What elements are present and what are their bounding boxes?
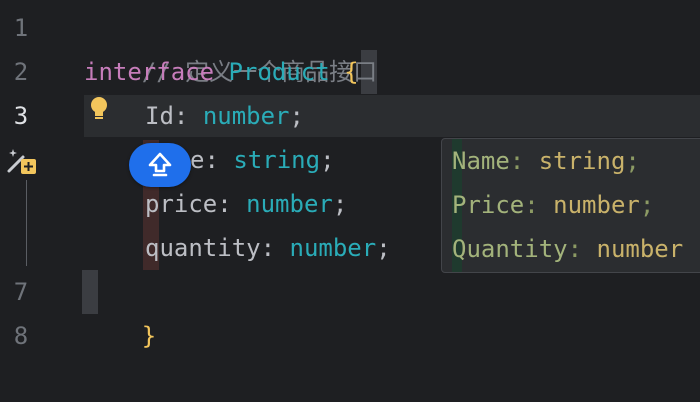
open-brace: { <box>344 58 359 86</box>
property-type: string <box>233 146 321 174</box>
suggestion-line: Quantity: number <box>452 227 683 271</box>
line-number: 1 <box>13 14 29 42</box>
colon: : <box>567 235 597 263</box>
line-number-active: 3 <box>13 102 29 130</box>
line-number: 8 <box>13 322 29 350</box>
colon: : <box>260 234 290 262</box>
property-type: number <box>202 102 290 130</box>
code-line-7[interactable]: } <box>84 270 156 350</box>
property-name: e <box>190 146 205 174</box>
close-brace: } <box>141 322 157 350</box>
line-number: 7 <box>13 278 29 306</box>
code-line-4[interactable]: e: string; <box>190 138 335 182</box>
code-line-1[interactable]: // 定义一个商品接口 <box>84 6 377 86</box>
colon: : <box>173 102 203 130</box>
ai-generate-icon[interactable] <box>4 144 38 178</box>
semicolon: ; <box>625 147 640 175</box>
semicolon: ; <box>639 191 655 219</box>
semicolon: ; <box>332 190 348 218</box>
code-line-2[interactable]: interface Product { <box>84 50 359 94</box>
code-line-3[interactable]: Id: number; <box>145 94 304 138</box>
semicolon: ; <box>289 102 304 130</box>
property-name: Price <box>452 191 525 219</box>
colon: : <box>524 191 554 219</box>
code-line-5[interactable]: price: number; <box>145 182 347 226</box>
semicolon: ; <box>320 146 335 174</box>
property-name: Id <box>145 102 174 130</box>
property-type: number <box>596 235 684 263</box>
line-gutter: 1 2 3 7 8 <box>0 0 68 350</box>
interface-name: Product <box>228 58 330 86</box>
semicolon: ; <box>376 234 391 262</box>
colon: : <box>509 147 539 175</box>
property-name: Quantity <box>452 235 568 263</box>
property-name: price <box>145 190 218 218</box>
property-name: quantity <box>145 234 261 262</box>
gutter-fold-line <box>26 180 27 266</box>
suggestion-line: Name: string; <box>452 139 640 183</box>
line-number: 2 <box>13 58 29 86</box>
property-type: number <box>246 190 333 218</box>
upload-arrow-icon <box>148 152 172 177</box>
suggestion-popup[interactable]: Name: string; Price: number; Quantity: n… <box>441 138 700 273</box>
property-name: Name <box>452 147 510 175</box>
apply-suggestion-button[interactable] <box>129 143 191 187</box>
property-type: number <box>289 234 377 262</box>
keyword: interface <box>84 58 215 86</box>
lightbulb-icon[interactable] <box>90 96 108 126</box>
property-type: string <box>538 147 626 175</box>
property-type: number <box>553 191 640 219</box>
code-line-6[interactable]: quantity: number; <box>145 226 391 270</box>
colon: : <box>204 146 234 174</box>
code-editor[interactable]: 1 2 3 7 8 // 定义一个商品接口 interface Product … <box>0 0 700 350</box>
suggestion-line: Price: number; <box>452 183 654 227</box>
colon: : <box>217 190 247 218</box>
